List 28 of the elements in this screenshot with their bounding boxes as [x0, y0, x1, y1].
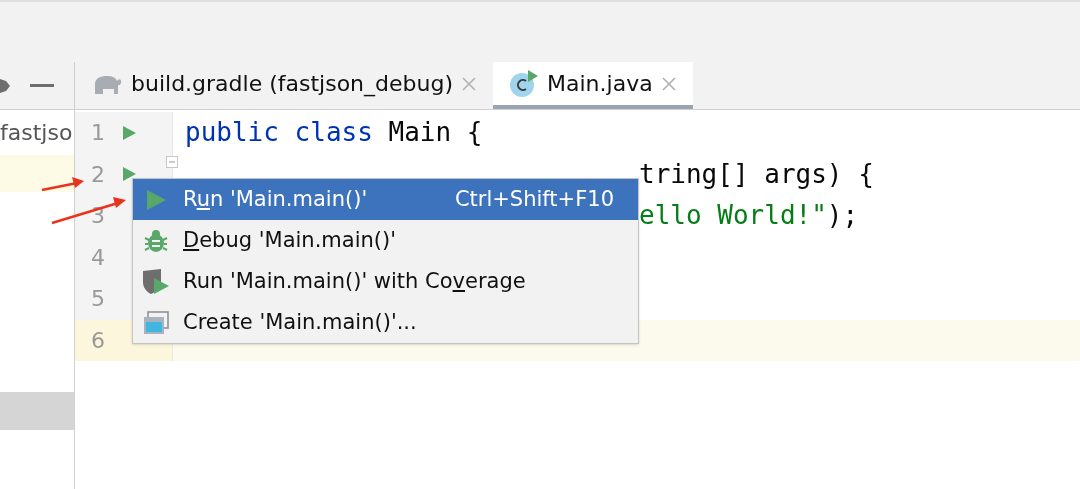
run-icon[interactable]: [121, 165, 137, 184]
menu-item[interactable]: Run 'Main.main()' with Coverage: [133, 261, 638, 302]
line-number: 6: [90, 326, 105, 355]
menu-item[interactable]: Debug 'Main.main()': [133, 220, 638, 261]
code-text: public class Main {: [185, 116, 483, 150]
code-text: tring[] args) {: [639, 157, 874, 191]
editor-tab[interactable]: build.gradle (fastjson_debug): [75, 62, 494, 109]
close-icon[interactable]: [461, 75, 478, 92]
shield-run-icon: [141, 267, 171, 296]
tab-label: Main.java: [547, 70, 653, 98]
class-icon: [509, 68, 540, 99]
run-icon: [145, 187, 167, 212]
project-item[interactable]: fastjso: [0, 116, 73, 149]
line-number: 4: [90, 243, 105, 272]
menu-item[interactable]: Run 'Main.main()' Ctrl+Shift+F10: [133, 179, 638, 220]
run-icon[interactable]: [121, 123, 137, 142]
minimize-icon[interactable]: [30, 83, 54, 88]
menu-item[interactable]: Create 'Main.main()'...: [133, 302, 638, 343]
line-number: 5: [90, 285, 105, 314]
editor-tab[interactable]: Main.java: [493, 62, 693, 109]
line-number: 1: [90, 119, 105, 148]
line-number: 2: [90, 160, 105, 189]
fold-icon[interactable]: [166, 155, 178, 168]
window-icon: [143, 310, 169, 335]
close-icon[interactable]: [660, 75, 677, 92]
tab-label: build.gradle (fastjson_debug): [131, 70, 454, 99]
code-text: ello World!");: [639, 199, 859, 233]
bug-icon: [144, 227, 168, 254]
